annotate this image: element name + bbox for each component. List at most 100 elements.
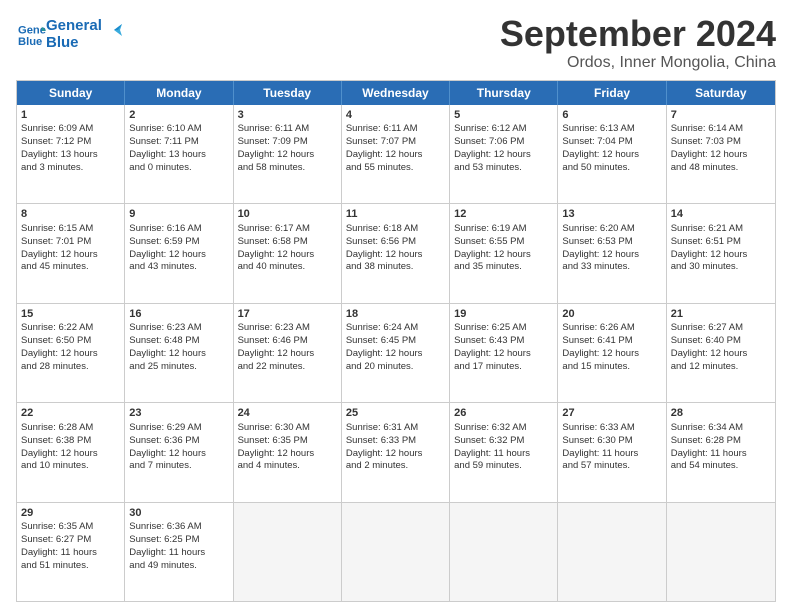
- day-info-line: Daylight: 12 hours: [454, 249, 553, 262]
- day-info-line: Sunset: 6:45 PM: [346, 335, 445, 348]
- day-info-line: Daylight: 12 hours: [129, 348, 228, 361]
- day-info-line: and 15 minutes.: [562, 361, 661, 374]
- day-info-line: and 57 minutes.: [562, 460, 661, 473]
- day-number: 8: [21, 207, 120, 222]
- day-info-line: Daylight: 11 hours: [562, 448, 661, 461]
- day-info-line: and 2 minutes.: [346, 460, 445, 473]
- calendar-row-3: 15Sunrise: 6:22 AMSunset: 6:50 PMDayligh…: [17, 303, 775, 402]
- calendar-cell: 18Sunrise: 6:24 AMSunset: 6:45 PMDayligh…: [342, 304, 450, 402]
- day-info-line: Sunset: 6:50 PM: [21, 335, 120, 348]
- day-info-line: Sunset: 7:12 PM: [21, 136, 120, 149]
- calendar-row-1: 1Sunrise: 6:09 AMSunset: 7:12 PMDaylight…: [17, 105, 775, 203]
- calendar-cell: 11Sunrise: 6:18 AMSunset: 6:56 PMDayligh…: [342, 204, 450, 302]
- calendar-body: 1Sunrise: 6:09 AMSunset: 7:12 PMDaylight…: [17, 105, 775, 601]
- day-info-line: Daylight: 12 hours: [454, 149, 553, 162]
- day-info-line: and 40 minutes.: [238, 261, 337, 274]
- day-info-line: Daylight: 11 hours: [129, 547, 228, 560]
- calendar-cell: 26Sunrise: 6:32 AMSunset: 6:32 PMDayligh…: [450, 403, 558, 501]
- calendar-cell: 23Sunrise: 6:29 AMSunset: 6:36 PMDayligh…: [125, 403, 233, 501]
- calendar-row-2: 8Sunrise: 6:15 AMSunset: 7:01 PMDaylight…: [17, 203, 775, 302]
- day-number: 18: [346, 307, 445, 322]
- day-info-line: Daylight: 12 hours: [21, 249, 120, 262]
- day-number: 21: [671, 307, 771, 322]
- day-info-line: Sunrise: 6:20 AM: [562, 223, 661, 236]
- day-info-line: Sunset: 6:41 PM: [562, 335, 661, 348]
- day-info-line: Sunset: 6:35 PM: [238, 435, 337, 448]
- day-number: 5: [454, 108, 553, 123]
- day-number: 10: [238, 207, 337, 222]
- day-info-line: Sunset: 6:48 PM: [129, 335, 228, 348]
- day-info-line: and 10 minutes.: [21, 460, 120, 473]
- day-number: 9: [129, 207, 228, 222]
- day-info-line: Sunrise: 6:09 AM: [21, 123, 120, 136]
- day-info-line: Daylight: 12 hours: [129, 448, 228, 461]
- day-info-line: Sunrise: 6:25 AM: [454, 322, 553, 335]
- day-info-line: Sunrise: 6:14 AM: [671, 123, 771, 136]
- day-info-line: Sunset: 6:58 PM: [238, 236, 337, 249]
- logo-icon: General Blue: [18, 21, 46, 49]
- day-info-line: Sunrise: 6:32 AM: [454, 422, 553, 435]
- day-info-line: Daylight: 13 hours: [21, 149, 120, 162]
- header-day-wednesday: Wednesday: [342, 81, 450, 105]
- day-number: 12: [454, 207, 553, 222]
- day-info-line: Daylight: 12 hours: [238, 249, 337, 262]
- day-info-line: and 55 minutes.: [346, 162, 445, 175]
- day-info-line: Daylight: 12 hours: [346, 149, 445, 162]
- day-info-line: Sunset: 6:56 PM: [346, 236, 445, 249]
- day-number: 17: [238, 307, 337, 322]
- calendar-cell: 29Sunrise: 6:35 AMSunset: 6:27 PMDayligh…: [17, 503, 125, 601]
- day-info-line: Sunrise: 6:31 AM: [346, 422, 445, 435]
- day-info-line: and 30 minutes.: [671, 261, 771, 274]
- calendar-cell: 10Sunrise: 6:17 AMSunset: 6:58 PMDayligh…: [234, 204, 342, 302]
- logo-bird-icon: [104, 20, 124, 40]
- logo: General Blue General Blue: [16, 18, 124, 51]
- calendar-cell: 13Sunrise: 6:20 AMSunset: 6:53 PMDayligh…: [558, 204, 666, 302]
- day-number: 1: [21, 108, 120, 123]
- day-info-line: and 20 minutes.: [346, 361, 445, 374]
- day-info-line: Sunset: 6:59 PM: [129, 236, 228, 249]
- day-number: 11: [346, 207, 445, 222]
- header-day-saturday: Saturday: [667, 81, 775, 105]
- day-number: 6: [562, 108, 661, 123]
- day-number: 25: [346, 406, 445, 421]
- day-info-line: Sunrise: 6:21 AM: [671, 223, 771, 236]
- calendar-cell: 3Sunrise: 6:11 AMSunset: 7:09 PMDaylight…: [234, 105, 342, 203]
- calendar: SundayMondayTuesdayWednesdayThursdayFrid…: [16, 80, 776, 602]
- logo-text-blue: Blue: [46, 35, 102, 52]
- day-number: 23: [129, 406, 228, 421]
- calendar-cell: [667, 503, 775, 601]
- day-info-line: Sunrise: 6:26 AM: [562, 322, 661, 335]
- day-number: 24: [238, 406, 337, 421]
- day-info-line: and 43 minutes.: [129, 261, 228, 274]
- day-info-line: and 51 minutes.: [21, 560, 120, 573]
- day-number: 2: [129, 108, 228, 123]
- day-info-line: Sunrise: 6:19 AM: [454, 223, 553, 236]
- calendar-cell: [558, 503, 666, 601]
- day-info-line: and 22 minutes.: [238, 361, 337, 374]
- day-info-line: Sunrise: 6:12 AM: [454, 123, 553, 136]
- day-info-line: Sunrise: 6:17 AM: [238, 223, 337, 236]
- day-info-line: and 17 minutes.: [454, 361, 553, 374]
- day-info-line: and 59 minutes.: [454, 460, 553, 473]
- header-day-tuesday: Tuesday: [234, 81, 342, 105]
- calendar-cell: [450, 503, 558, 601]
- day-number: 14: [671, 207, 771, 222]
- svg-text:Blue: Blue: [18, 35, 42, 47]
- day-number: 19: [454, 307, 553, 322]
- calendar-cell: [342, 503, 450, 601]
- day-info-line: and 28 minutes.: [21, 361, 120, 374]
- day-info-line: Sunset: 6:36 PM: [129, 435, 228, 448]
- day-info-line: Daylight: 12 hours: [562, 149, 661, 162]
- title-block: September 2024 Ordos, Inner Mongolia, Ch…: [500, 14, 776, 72]
- day-info-line: Daylight: 13 hours: [129, 149, 228, 162]
- day-info-line: Sunrise: 6:23 AM: [238, 322, 337, 335]
- calendar-cell: 24Sunrise: 6:30 AMSunset: 6:35 PMDayligh…: [234, 403, 342, 501]
- day-info-line: and 33 minutes.: [562, 261, 661, 274]
- page-header: General Blue General Blue September 2024…: [16, 14, 776, 72]
- day-info-line: Sunset: 7:11 PM: [129, 136, 228, 149]
- day-info-line: Sunset: 7:09 PM: [238, 136, 337, 149]
- calendar-cell: 9Sunrise: 6:16 AMSunset: 6:59 PMDaylight…: [125, 204, 233, 302]
- calendar-cell: 2Sunrise: 6:10 AMSunset: 7:11 PMDaylight…: [125, 105, 233, 203]
- calendar-cell: 22Sunrise: 6:28 AMSunset: 6:38 PMDayligh…: [17, 403, 125, 501]
- day-info-line: and 54 minutes.: [671, 460, 771, 473]
